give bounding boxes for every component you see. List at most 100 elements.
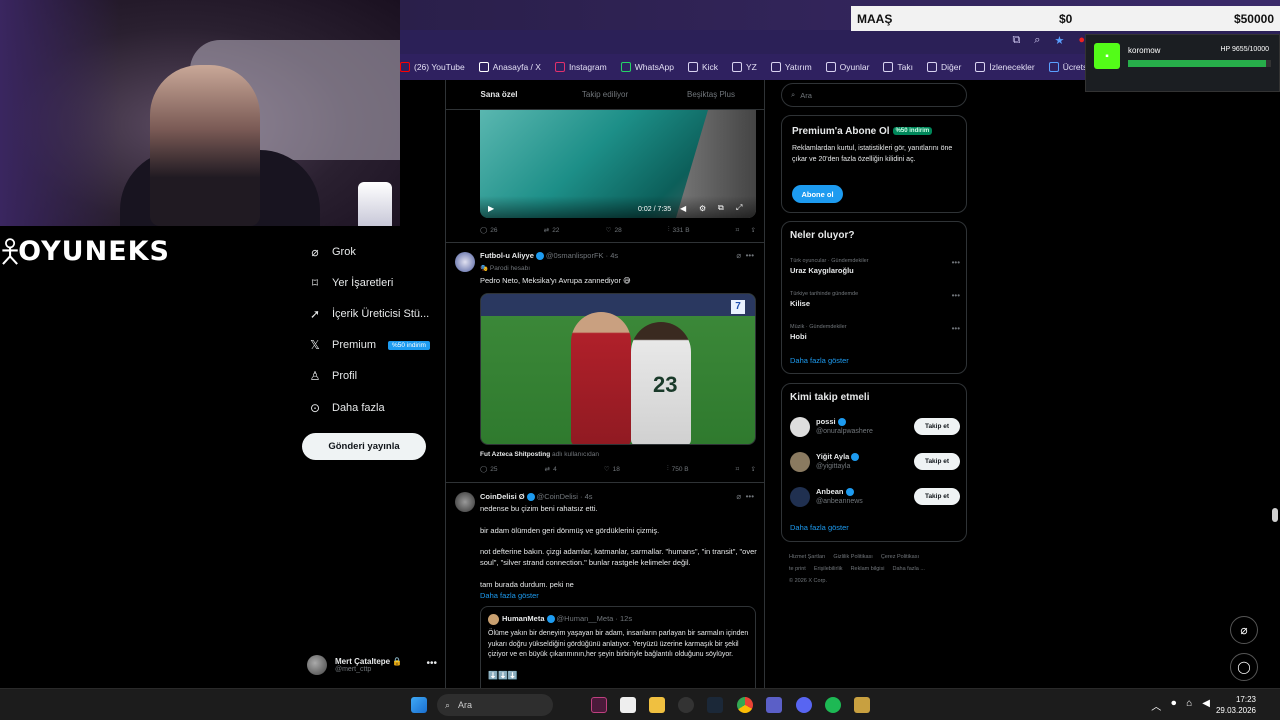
- follow-button[interactable]: Takip et: [914, 488, 960, 505]
- nav-item-profil[interactable]: ♙ Profil: [300, 361, 440, 392]
- footer-link[interactable]: Çerez Politikası: [881, 554, 919, 560]
- settings-icon[interactable]: ⚙: [699, 204, 706, 213]
- avatar[interactable]: [790, 417, 810, 437]
- extension-icon[interactable]: ●: [1078, 34, 1085, 47]
- volume-icon[interactable]: ◀: [680, 204, 686, 213]
- subscribe-button[interactable]: Abone ol: [792, 185, 843, 203]
- trend-item[interactable]: Müzik · Gündemdekiler Hobi •••: [790, 324, 960, 341]
- share-icon[interactable]: ⇪: [751, 226, 756, 234]
- bookmark-item[interactable]: Takı: [883, 62, 913, 72]
- nav-item-yer-i-şaretleri[interactable]: ⌑ Yer İşaretleri: [300, 267, 440, 298]
- follow-button[interactable]: Takip et: [914, 453, 960, 470]
- views-button[interactable]: ⫶ 331 B: [668, 226, 690, 234]
- footer-link[interactable]: Gizlilik Politikası: [833, 554, 872, 560]
- footer-link[interactable]: Hizmet Şartları: [789, 554, 825, 560]
- cast-icon[interactable]: ⧉: [1012, 34, 1020, 47]
- play-icon[interactable]: ▶: [488, 204, 494, 213]
- grok-float-button[interactable]: ⌀: [1230, 616, 1258, 644]
- mic-icon[interactable]: ⏺: [1171, 698, 1176, 713]
- network-icon[interactable]: ⌂: [1186, 698, 1192, 713]
- taskbar-search[interactable]: ⌕ Ara: [437, 694, 553, 716]
- repost-button[interactable]: ⇄ 22: [544, 226, 560, 235]
- trends-more-link[interactable]: Daha fazla göster: [790, 356, 849, 365]
- obs-icon[interactable]: [678, 697, 694, 713]
- more-icon[interactable]: •••: [952, 258, 960, 267]
- bookmark-item[interactable]: Oyunlar: [825, 62, 869, 72]
- post-video[interactable]: 23 7: [480, 293, 756, 445]
- steam-icon[interactable]: [707, 697, 723, 713]
- avatar[interactable]: [455, 492, 475, 512]
- discord-icon[interactable]: [796, 697, 812, 713]
- follow-suggestion[interactable]: possi @onuralpwashere Takip et: [790, 415, 960, 441]
- tab-following[interactable]: Takip ediliyor: [552, 80, 658, 109]
- like-button[interactable]: ♡ 18: [604, 465, 620, 474]
- footer-link[interactable]: te print: [789, 566, 806, 572]
- tab-for-you[interactable]: Sana özel: [446, 80, 552, 109]
- media-attribution[interactable]: Fut Azteca Shitposting adlı kullanıcıdan: [480, 449, 760, 460]
- bookmark-item[interactable]: İzlenecekler: [975, 62, 1035, 72]
- avatar[interactable]: [790, 487, 810, 507]
- like-button[interactable]: ♡ 28: [606, 226, 622, 235]
- trend-item[interactable]: Türk oyuncular · Gündemdekiler Uraz Kaygı…: [790, 258, 960, 275]
- more-icon[interactable]: •••: [426, 658, 437, 669]
- nav-item-i-çerik-üreticisi-stü-[interactable]: ➚ İçerik Üreticisi Stü...: [300, 298, 440, 329]
- game-icon[interactable]: [854, 697, 870, 713]
- windows-start-icon[interactable]: [411, 697, 427, 713]
- folder-icon[interactable]: [649, 697, 665, 713]
- reply-button[interactable]: ◯ 26: [480, 226, 498, 235]
- pip-icon[interactable]: ⧉: [718, 203, 724, 213]
- nav-item-daha-fazla[interactable]: ⊙ Daha fazla: [300, 392, 440, 423]
- file-icon[interactable]: [620, 697, 636, 713]
- spotify-icon[interactable]: [825, 697, 841, 713]
- bookmark-icon[interactable]: ⌑: [736, 226, 739, 234]
- follow-more-link[interactable]: Daha fazla göster: [790, 523, 849, 532]
- bookmark-item[interactable]: Instagram: [554, 62, 607, 72]
- footer-link[interactable]: © 2026 X Corp.: [789, 578, 827, 584]
- zoom-icon[interactable]: ⌕: [1034, 34, 1040, 47]
- messages-float-button[interactable]: ◯: [1230, 653, 1258, 681]
- grok-icon[interactable]: ⌀ •••: [736, 251, 754, 260]
- quoted-post[interactable]: HumanMeta @Human__Meta · 12s Ölüme yakın …: [480, 606, 756, 688]
- bookmark-item[interactable]: Anasayfa / X: [478, 62, 541, 72]
- star-icon[interactable]: ★: [1054, 34, 1064, 47]
- bookmark-item[interactable]: Yatırım: [770, 62, 812, 72]
- bookmark-item[interactable]: (26) YouTube: [400, 62, 465, 72]
- grok-icon[interactable]: ⌀ •••: [736, 492, 754, 501]
- app-icon[interactable]: [591, 697, 607, 713]
- scrollbar-thumb[interactable]: [1272, 508, 1278, 522]
- follow-suggestion[interactable]: Anbean @anbeannews Takip et: [790, 485, 960, 511]
- speaker-icon[interactable]: ◀: [1202, 698, 1210, 713]
- fullscreen-icon[interactable]: ⤢: [736, 203, 742, 213]
- share-icon[interactable]: ⇪: [751, 465, 756, 473]
- avatar[interactable]: [790, 452, 810, 472]
- account-switcher[interactable]: Mert Çataltepe 🔒 @mert_cttp •••: [307, 652, 437, 678]
- teams-icon[interactable]: [766, 697, 782, 713]
- footer-link[interactable]: Erişilebilirlik: [814, 566, 843, 572]
- avatar[interactable]: [455, 252, 475, 272]
- views-button[interactable]: ⫶ 750 B: [667, 465, 689, 473]
- nav-item-grok[interactable]: ⌀ Grok: [300, 236, 440, 267]
- repost-button[interactable]: ⇄ 4: [545, 465, 557, 474]
- clock[interactable]: 17:23 29.03.2026: [1216, 694, 1256, 716]
- post-button[interactable]: Gönderi yayınla: [302, 433, 426, 460]
- video-player[interactable]: ▶ 0:02 / 7:35 ◀ ⚙ ⧉ ⤢: [480, 110, 756, 218]
- chrome-icon[interactable]: [737, 697, 753, 713]
- footer-link[interactable]: Daha fazla ...: [893, 566, 925, 572]
- search-input[interactable]: ⌕ Ara: [781, 83, 967, 107]
- more-icon[interactable]: •••: [952, 291, 960, 300]
- chevron-up-icon[interactable]: ︿: [1151, 698, 1161, 713]
- trend-item[interactable]: Türkiye tarihinde gündemde Kilise •••: [790, 291, 960, 308]
- more-icon[interactable]: •••: [952, 324, 960, 333]
- follow-suggestion[interactable]: Yiğit Ayla @yigittayla Takip et: [790, 450, 960, 476]
- bookmark-item[interactable]: WhatsApp: [620, 62, 674, 72]
- tab-besiktas-plus[interactable]: Beşiktaş Plus: [658, 80, 764, 109]
- bookmark-item[interactable]: YZ: [732, 62, 757, 72]
- bookmark-item[interactable]: Diğer: [927, 62, 961, 72]
- follow-button[interactable]: Takip et: [914, 418, 960, 435]
- reply-button[interactable]: ◯ 25: [480, 465, 498, 474]
- show-more-link[interactable]: Daha fazla göster: [480, 590, 760, 601]
- nav-item-premium[interactable]: 𝕏 Premium %50 indirim: [300, 330, 440, 361]
- bookmark-item[interactable]: Kick: [687, 62, 718, 72]
- footer-link[interactable]: Reklam bilgisi: [851, 566, 885, 572]
- bookmark-icon[interactable]: ⌑: [736, 465, 739, 473]
